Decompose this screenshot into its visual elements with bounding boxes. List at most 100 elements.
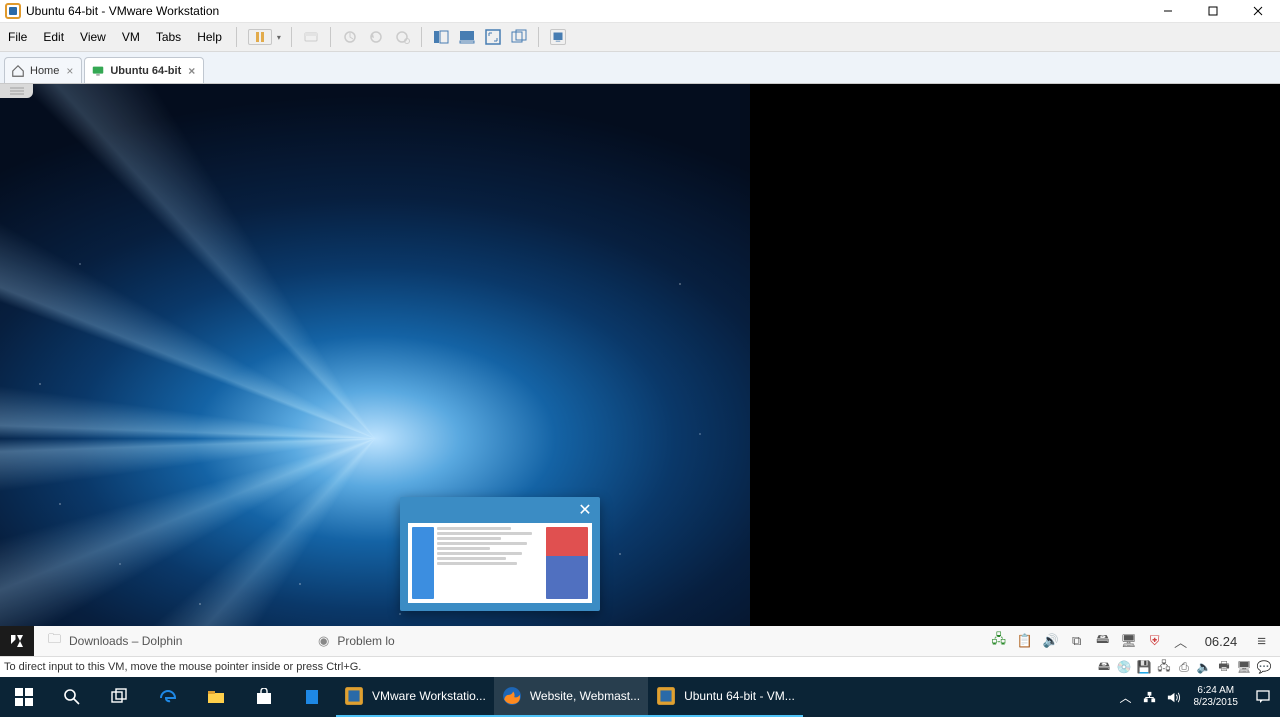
fullscreen-button[interactable]	[485, 29, 501, 45]
taskbar-item-firefox[interactable]: Website, Webmast...	[494, 677, 648, 717]
toolbar-pin-handle[interactable]	[0, 84, 33, 98]
firefox-icon	[502, 686, 522, 706]
tab-home[interactable]: Home ×	[4, 57, 82, 83]
separator	[291, 27, 292, 47]
host-date: 8/23/2015	[1194, 697, 1239, 709]
maximize-button[interactable]	[1190, 0, 1235, 22]
tab-close-icon[interactable]: ×	[64, 64, 75, 78]
tab-close-icon[interactable]: ×	[186, 64, 197, 78]
close-button[interactable]	[1235, 0, 1280, 22]
floppy-icon[interactable]: 💾	[1136, 659, 1152, 675]
taskbar-item-label: Website, Webmast...	[530, 689, 640, 703]
menu-help[interactable]: Help	[189, 23, 230, 51]
monitor-icon	[91, 64, 105, 78]
app-button[interactable]	[288, 677, 336, 717]
thumbnail-close-button[interactable]: ✕	[572, 499, 598, 521]
kde-kicker-button[interactable]	[0, 626, 34, 656]
menu-toolbar: File Edit View VM Tabs Help ▾	[0, 22, 1280, 52]
minimize-button[interactable]	[1145, 0, 1190, 22]
shield-icon[interactable]: ⛨	[1147, 633, 1163, 649]
window-controls	[1145, 0, 1280, 22]
taskbar-item-vmware-vm[interactable]: Ubuntu 64-bit - VM...	[648, 677, 803, 717]
vm-viewport[interactable]: 🗀 Downloads – Dolphin ◉ Problem lo 🖧 📋 🔊…	[0, 84, 1280, 656]
menu-edit[interactable]: Edit	[35, 23, 72, 51]
action-center-button[interactable]	[1246, 689, 1280, 705]
window-titlebar: Ubuntu 64-bit - VMware Workstation	[0, 0, 1280, 22]
tab-label: Home	[30, 65, 59, 77]
power-dropdown[interactable]: ▾	[277, 33, 285, 42]
taskbar-item-vmware[interactable]: VMware Workstatio...	[336, 677, 494, 717]
tab-ubuntu[interactable]: Ubuntu 64-bit ×	[84, 57, 204, 83]
usb-icon[interactable]: ⎙	[1176, 659, 1192, 675]
folder-icon: 🗀	[48, 630, 61, 652]
hdd-icon[interactable]: 🖴	[1096, 659, 1112, 675]
separator	[538, 27, 539, 47]
separator	[330, 27, 331, 47]
nic-icon[interactable]: 🖧	[1156, 659, 1172, 675]
edge-button[interactable]	[144, 677, 192, 717]
show-library-button[interactable]	[433, 29, 449, 45]
host-taskbar: VMware Workstatio... Website, Webmast...…	[0, 677, 1280, 717]
guest-task-problem[interactable]: ◉ Problem lo	[304, 626, 574, 656]
menu-view[interactable]: View	[72, 23, 114, 51]
hamburger-icon[interactable]: ≡	[1253, 633, 1270, 650]
taskbar-thumbnail-preview[interactable]: ✕	[400, 497, 600, 611]
status-message: To direct input to this VM, move the mou…	[0, 661, 1096, 673]
printer-icon[interactable]: 🖶	[1216, 659, 1232, 675]
suspend-button[interactable]	[248, 29, 272, 45]
clipboard-icon[interactable]: 📋	[1017, 633, 1033, 649]
vmware-app-icon	[5, 3, 21, 19]
guest-task-label: Problem lo	[337, 634, 394, 648]
send-ctrl-alt-del-button[interactable]	[303, 29, 319, 45]
volume-icon[interactable]: 🔊	[1043, 633, 1059, 649]
device-icon[interactable]: 🖴	[1095, 633, 1111, 649]
chevron-up-icon[interactable]: ︿	[1173, 633, 1189, 649]
snapshot-revert-button[interactable]	[368, 29, 384, 45]
vm-tabs-bar: Home × Ubuntu 64-bit ×	[0, 52, 1280, 84]
home-icon	[11, 64, 25, 78]
search-button[interactable]	[48, 677, 96, 717]
menu-tabs[interactable]: Tabs	[148, 23, 189, 51]
cd-icon[interactable]: 💿	[1116, 659, 1132, 675]
menu-file[interactable]: File	[0, 23, 35, 51]
unity-button[interactable]	[511, 29, 527, 45]
guest-clock[interactable]: 06.24	[1199, 634, 1244, 649]
store-button[interactable]	[240, 677, 288, 717]
display-icon[interactable]: 🖥	[1236, 659, 1252, 675]
guest-taskbar: 🗀 Downloads – Dolphin ◉ Problem lo 🖧 📋 🔊…	[0, 626, 1280, 656]
file-explorer-button[interactable]	[192, 677, 240, 717]
battery-icon[interactable]: 🖥	[1121, 633, 1137, 649]
console-view-button[interactable]	[550, 29, 566, 45]
guest-desktop-wallpaper	[0, 84, 750, 656]
tray-chevron-up-icon[interactable]: ︿	[1114, 677, 1138, 717]
sound-icon[interactable]: 🔈	[1196, 659, 1212, 675]
thumbnail-content	[408, 523, 592, 603]
klipper-icon[interactable]: ⧉	[1069, 633, 1085, 649]
host-time: 6:24 AM	[1197, 685, 1234, 697]
separator	[421, 27, 422, 47]
vmware-status-bar: To direct input to this VM, move the mou…	[0, 656, 1280, 677]
tray-network-icon[interactable]	[1138, 677, 1162, 717]
device-status-icons: 🖴 💿 💾 🖧 ⎙ 🔈 🖶 🖥 💬	[1096, 659, 1280, 675]
gear-grey-icon: ◉	[318, 633, 329, 649]
tab-label: Ubuntu 64-bit	[110, 65, 181, 77]
show-thumbnail-button[interactable]	[459, 29, 475, 45]
snapshot-take-button[interactable]	[342, 29, 358, 45]
guest-task-label: Downloads – Dolphin	[69, 634, 182, 648]
vmware-icon	[656, 686, 676, 706]
tray-volume-icon[interactable]	[1162, 677, 1186, 717]
network-icon[interactable]: 🖧	[991, 633, 1007, 649]
host-systray: ︿ 6:24 AM 8/23/2015	[1114, 677, 1280, 717]
start-button[interactable]	[0, 677, 48, 717]
guest-systray: 🖧 📋 🔊 ⧉ 🖴 🖥 ⛨ ︿ 06.24 ≡	[991, 633, 1280, 650]
separator	[236, 27, 237, 47]
menu-vm[interactable]: VM	[114, 23, 148, 51]
message-icon[interactable]: 💬	[1256, 659, 1272, 675]
taskbar-item-label: VMware Workstatio...	[372, 689, 486, 703]
snapshot-manager-button[interactable]	[394, 29, 410, 45]
guest-task-dolphin[interactable]: 🗀 Downloads – Dolphin	[34, 626, 304, 656]
taskview-button[interactable]	[96, 677, 144, 717]
window-title: Ubuntu 64-bit - VMware Workstation	[26, 4, 1145, 18]
host-clock[interactable]: 6:24 AM 8/23/2015	[1186, 685, 1247, 709]
taskbar-item-label: Ubuntu 64-bit - VM...	[684, 689, 795, 703]
